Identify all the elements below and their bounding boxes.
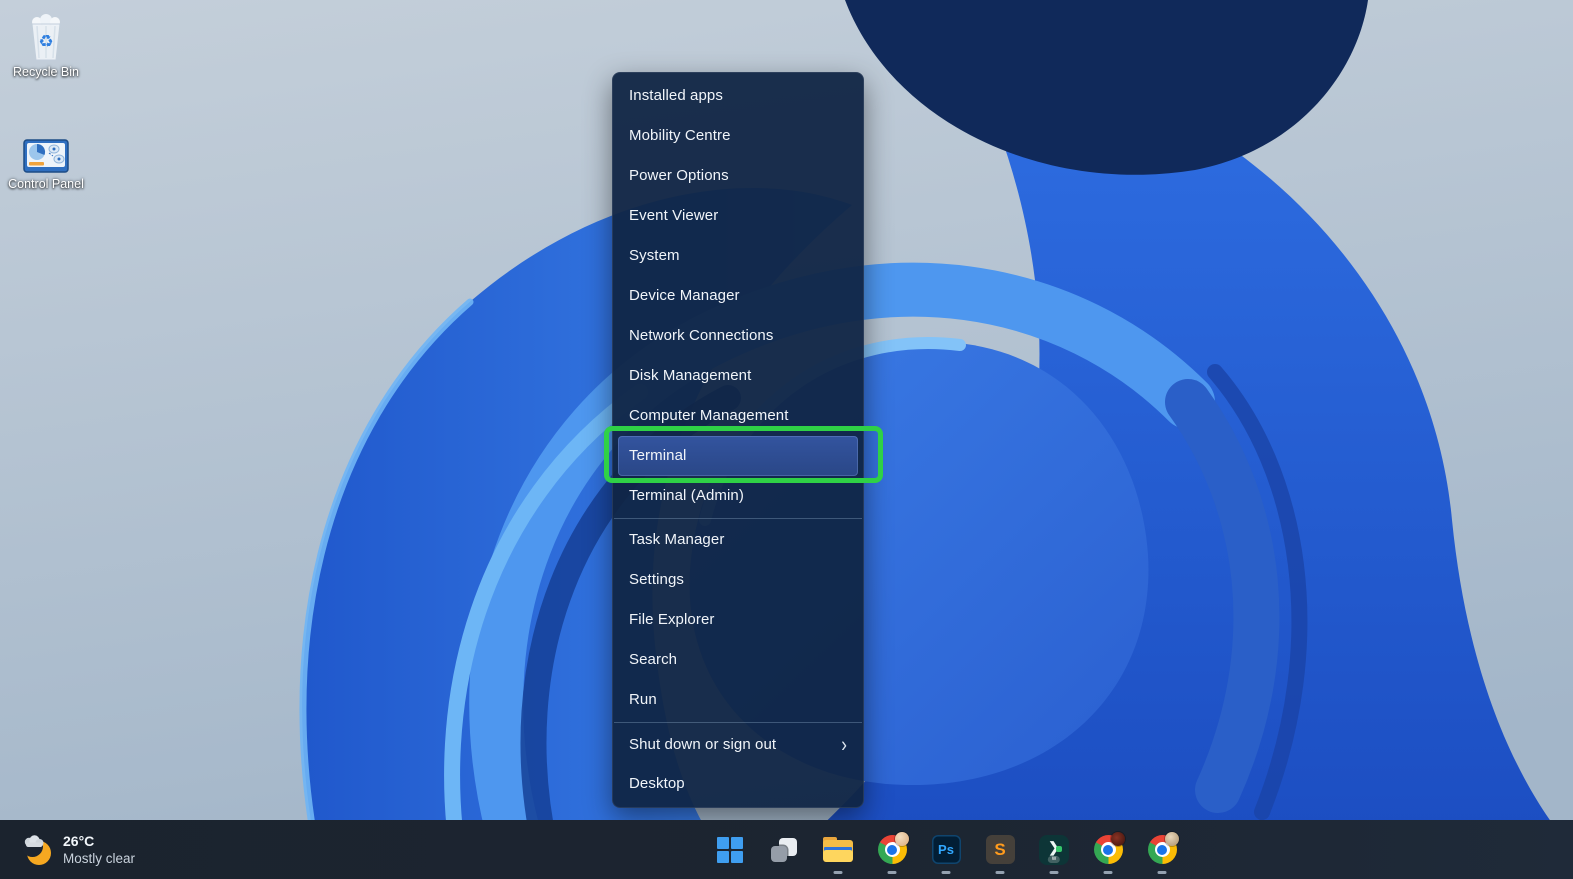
menu-item-settings[interactable]: Settings: [613, 560, 863, 600]
chevron-right-icon: ›: [841, 732, 847, 756]
chrome-profile-1-button[interactable]: [876, 820, 909, 879]
menu-item-system[interactable]: System: [613, 236, 863, 276]
menu-separator: [614, 517, 862, 519]
weather-condition: Mostly clear: [63, 850, 136, 866]
desktop-icon-label: Control Panel: [8, 177, 84, 191]
running-indicator: [1157, 871, 1167, 874]
sublime-text-icon: S: [985, 835, 1015, 864]
chrome-icon: [877, 832, 909, 864]
recycle-bin-icon: ♻: [25, 14, 67, 62]
menu-item-power-options[interactable]: Power Options: [613, 156, 863, 196]
folder-icon: [823, 837, 853, 862]
chrome-profile-3-button[interactable]: [1146, 820, 1179, 879]
menu-item-task-manager[interactable]: Task Manager: [613, 520, 863, 560]
moon-cloud-icon: [22, 834, 51, 865]
file-explorer-button[interactable]: [822, 820, 854, 879]
menu-separator: [614, 721, 862, 723]
running-indicator: [833, 871, 843, 874]
profile-avatar: [1110, 832, 1125, 846]
running-indicator: [1103, 871, 1113, 874]
menu-item-event-viewer[interactable]: Event Viewer: [613, 196, 863, 236]
profile-avatar: [894, 832, 909, 846]
chrome-icon: [1093, 832, 1125, 864]
menu-item-device-manager[interactable]: Device Manager: [613, 276, 863, 316]
photoshop-icon: Ps: [931, 835, 961, 864]
menu-item-run[interactable]: Run: [613, 680, 863, 720]
menu-item-installed-apps[interactable]: Installed apps: [613, 76, 863, 116]
start-button[interactable]: [714, 820, 746, 879]
running-indicator: [887, 871, 897, 874]
control-panel-icon: [23, 126, 69, 174]
task-view-button[interactable]: [768, 820, 800, 879]
desktop-icon-control-panel[interactable]: Control Panel: [2, 126, 90, 191]
menu-item-label: Shut down or sign out: [629, 735, 777, 753]
desktop-icon-label: Recycle Bin: [13, 65, 79, 79]
weather-temperature: 26°C: [63, 832, 95, 849]
taskbar: 26°C Mostly clear Ps S ❯ w: [0, 820, 1573, 879]
menu-item-disk-management[interactable]: Disk Management: [613, 356, 863, 396]
desktop-icon-recycle-bin[interactable]: ♻ Recycle Bin: [2, 14, 90, 79]
menu-item-terminal[interactable]: Terminal: [618, 436, 858, 476]
running-indicator: [941, 871, 951, 874]
filmora-badge: w: [1047, 855, 1061, 863]
winx-context-menu: Installed apps Mobility Centre Power Opt…: [612, 72, 864, 808]
running-indicator: [1049, 871, 1059, 874]
menu-item-file-explorer[interactable]: File Explorer: [613, 600, 863, 640]
taskbar-icon-row: Ps S ❯ w: [714, 820, 1179, 879]
photoshop-button[interactable]: Ps: [930, 820, 962, 879]
menu-item-mobility-centre[interactable]: Mobility Centre: [613, 116, 863, 156]
filmora-icon: ❯ w: [1039, 834, 1069, 865]
filmora-button[interactable]: ❯ w: [1038, 820, 1070, 879]
menu-item-computer-management[interactable]: Computer Management: [613, 396, 863, 436]
svg-text:♻: ♻: [38, 32, 53, 52]
menu-item-network-connections[interactable]: Network Connections: [613, 316, 863, 356]
windows-logo-icon: [717, 836, 743, 863]
chrome-profile-2-button[interactable]: [1092, 820, 1125, 879]
profile-avatar: [1164, 832, 1179, 846]
chrome-icon: [1147, 832, 1179, 864]
running-indicator: [995, 871, 1005, 874]
weather-widget[interactable]: 26°C Mostly clear: [10, 820, 143, 879]
task-view-icon: [770, 836, 798, 864]
sublime-text-button[interactable]: S: [984, 820, 1016, 879]
menu-item-shut-down-or-sign-out[interactable]: Shut down or sign out ›: [613, 724, 863, 764]
menu-item-search[interactable]: Search: [613, 640, 863, 680]
menu-item-desktop[interactable]: Desktop: [613, 764, 863, 804]
weather-text: 26°C Mostly clear: [63, 833, 135, 867]
menu-item-terminal-admin[interactable]: Terminal (Admin): [613, 476, 863, 516]
